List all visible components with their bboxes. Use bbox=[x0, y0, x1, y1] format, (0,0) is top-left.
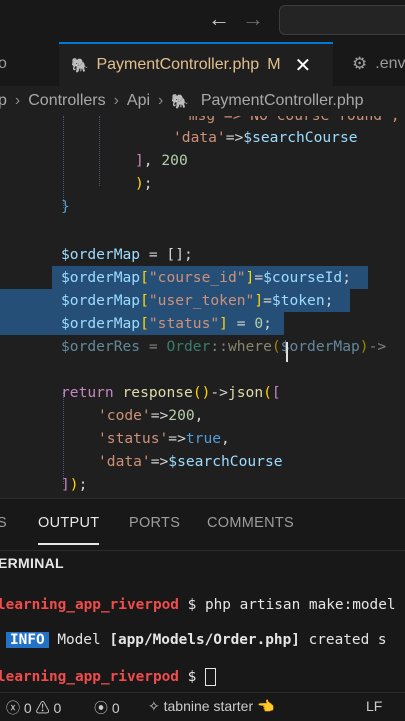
broadcast-icon: ⦿ bbox=[94, 700, 108, 716]
error-icon: ⓧ bbox=[6, 700, 20, 716]
code-line: $orderMap["user_token"]=$token; bbox=[61, 292, 334, 309]
status-bar: ⓧ 0 ⚠ 0 ⦿ 0 ✧ tabnine starter 👈 LF bbox=[0, 692, 405, 721]
tab-partial-left[interactable]: o bbox=[0, 42, 7, 86]
code-line: 'code'=>200, bbox=[98, 407, 204, 424]
breadcrumb-item[interactable]: PaymentController.php bbox=[201, 92, 364, 110]
code-line: } bbox=[61, 198, 70, 215]
terminal-line: learning_app_riverpod $ php artisan make… bbox=[0, 597, 396, 613]
tab-env[interactable]: ⚙ .env bbox=[352, 42, 405, 86]
command-center-search[interactable] bbox=[279, 5, 405, 35]
code-editor[interactable]: 'msg'=>'No course found', 'data'=>$searc… bbox=[0, 116, 405, 494]
tabnine-icon: ✧ bbox=[148, 698, 160, 714]
arrow-right-icon[interactable]: → bbox=[242, 7, 264, 31]
hand-icon: 👈 bbox=[257, 698, 275, 714]
breadcrumb: p › Controllers › Api › 🐘 PaymentControl… bbox=[0, 86, 405, 116]
chevron-right-icon: › bbox=[158, 92, 164, 109]
eol-status[interactable]: LF bbox=[366, 698, 382, 714]
text-cursor bbox=[286, 342, 288, 362]
title-bar: ← → bbox=[0, 0, 405, 42]
code-line: 'data'=>$searchCourse bbox=[98, 453, 283, 470]
code-line: 'status'=>true, bbox=[98, 430, 230, 447]
tab-label: PaymentController.php bbox=[96, 56, 260, 73]
code-line: ], 200 bbox=[135, 152, 188, 169]
tab-ports[interactable]: PORTS bbox=[129, 515, 180, 531]
code-line: $orderMap = []; bbox=[61, 246, 193, 263]
terminal-line: learning_app_riverpod $ bbox=[0, 668, 216, 686]
warning-icon: ⚠ bbox=[35, 700, 50, 716]
tab-label: .env bbox=[375, 55, 405, 72]
code-line: ]); bbox=[61, 476, 88, 493]
panel-tab-bar: S OUTPUT PORTS COMMENTS bbox=[0, 498, 405, 551]
code-line: $orderMap["course_id"]=$courseId; bbox=[61, 269, 351, 286]
code-line: ); bbox=[135, 175, 153, 192]
breadcrumb-item[interactable]: Controllers bbox=[28, 92, 105, 110]
breadcrumb-item[interactable]: p bbox=[0, 92, 7, 110]
modified-badge: M bbox=[267, 56, 281, 73]
indent-guide bbox=[99, 116, 100, 186]
breadcrumb-item[interactable]: Api bbox=[127, 92, 150, 110]
terminal-header: ERMINAL bbox=[0, 550, 405, 575]
tabnine-status[interactable]: ✧ tabnine starter 👈 bbox=[148, 698, 274, 715]
terminal[interactable]: learning_app_riverpod $ php artisan make… bbox=[0, 574, 405, 692]
terminal-cursor bbox=[204, 668, 216, 686]
indent-guide bbox=[63, 392, 64, 484]
tab-output[interactable]: OUTPUT bbox=[38, 515, 100, 545]
code-line: return response()->json([ bbox=[61, 384, 281, 401]
editor-tab-bar: o 🐘 PaymentController.php M ✕ ⚙ .env bbox=[0, 42, 405, 87]
chevron-right-icon: › bbox=[113, 92, 119, 109]
close-icon[interactable]: ✕ bbox=[295, 53, 312, 78]
chevron-right-icon: › bbox=[14, 92, 21, 109]
tab-comments[interactable]: COMMENTS bbox=[207, 515, 294, 531]
code-line: 'data'=>$searchCourse bbox=[173, 129, 358, 146]
php-elephant-icon: 🐘 bbox=[71, 56, 89, 73]
arrow-left-icon[interactable]: ← bbox=[208, 7, 230, 31]
gear-icon: ⚙ bbox=[352, 54, 368, 73]
info-badge: INFO bbox=[6, 632, 49, 648]
code-line: $orderMap["status"] = 0; bbox=[61, 315, 272, 332]
terminal-title: ERMINAL bbox=[0, 555, 64, 571]
terminal-line: INFO Model [app/Models/Order.php] create… bbox=[6, 632, 387, 648]
tab-problems[interactable]: S bbox=[0, 515, 7, 531]
code-line: $orderRes = Order::where($orderMap)-> bbox=[61, 338, 387, 355]
ports-status[interactable]: ⦿ 0 bbox=[94, 698, 120, 718]
php-elephant-icon: 🐘 bbox=[171, 92, 189, 109]
problems-status[interactable]: ⓧ 0 ⚠ 0 bbox=[6, 698, 61, 718]
tab-label: o bbox=[0, 55, 7, 72]
tab-payment-controller[interactable]: 🐘 PaymentController.php M ✕ bbox=[59, 42, 333, 86]
